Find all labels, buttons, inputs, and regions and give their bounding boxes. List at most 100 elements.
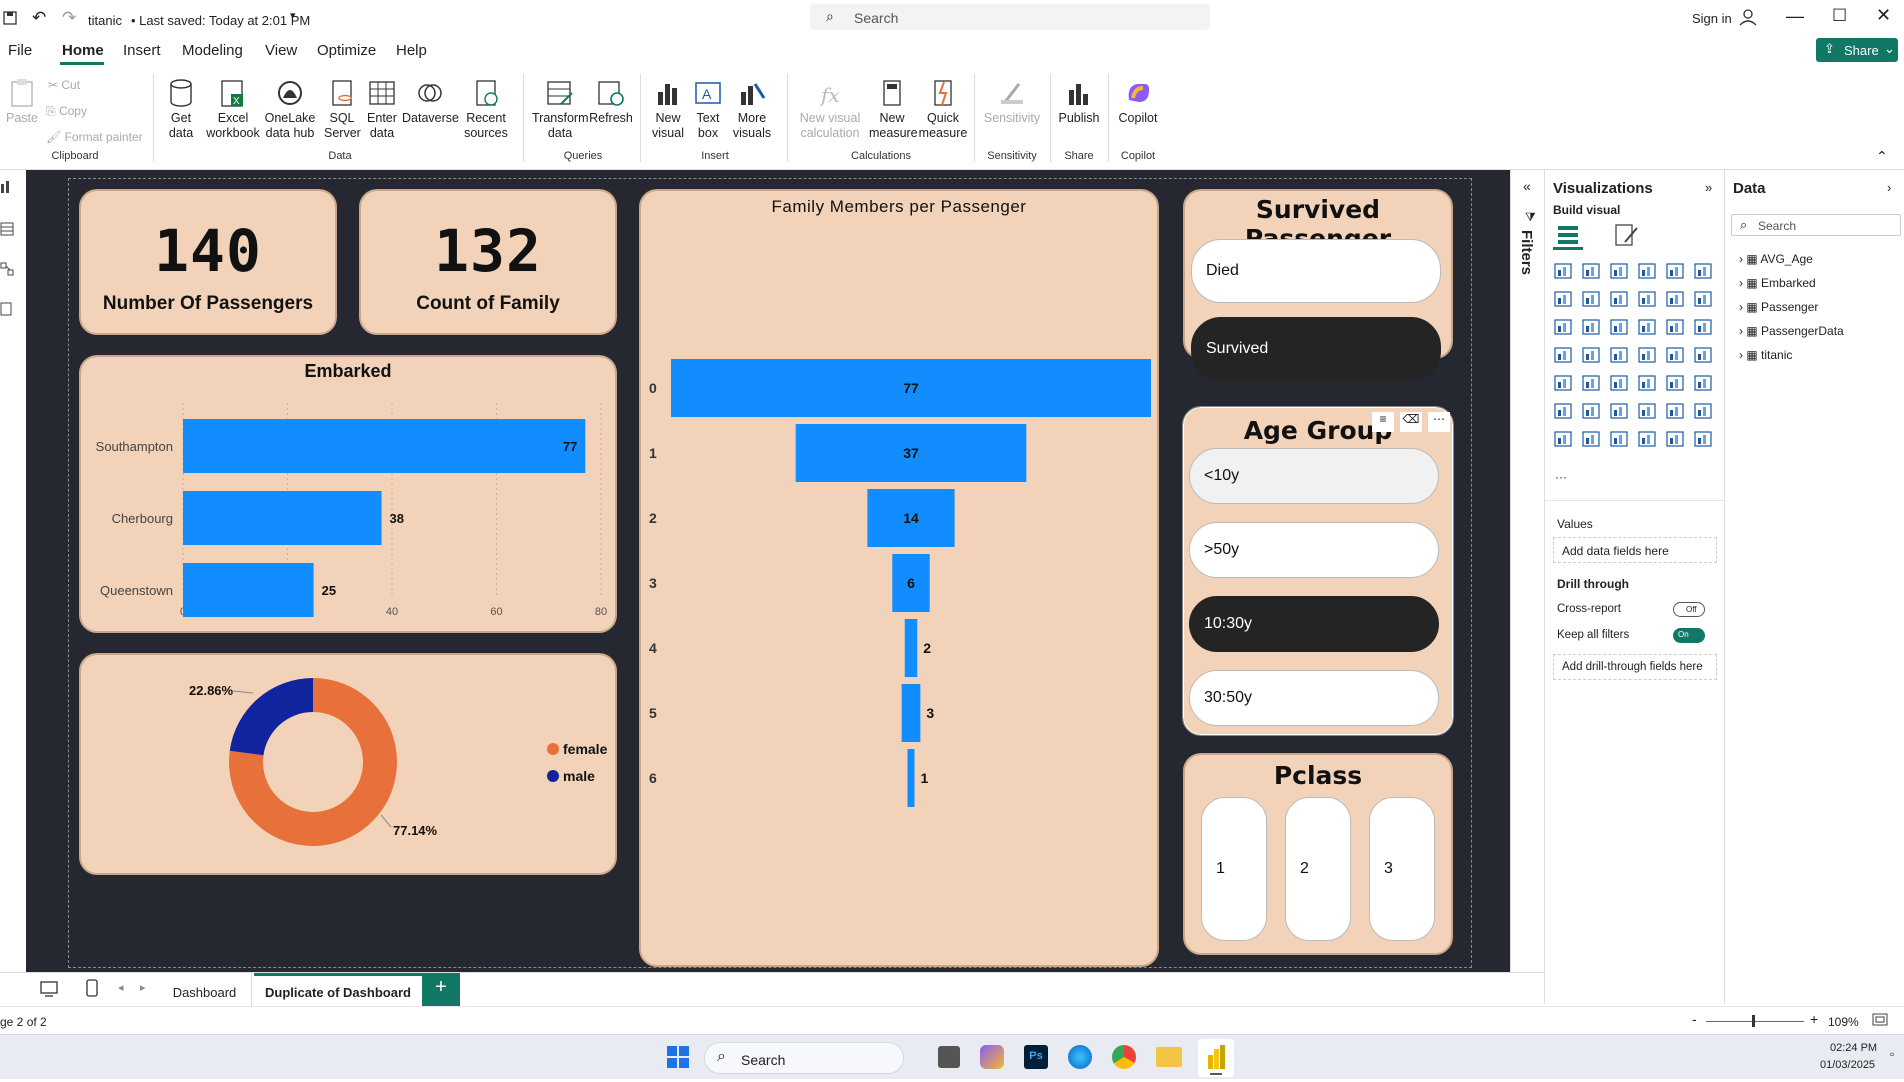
pie-visual-icon[interactable] <box>1637 318 1657 336</box>
minimize-icon[interactable]: — <box>1786 6 1804 27</box>
diamond-visual-icon[interactable] <box>1637 430 1657 448</box>
shape-visual-icon[interactable] <box>1609 430 1629 448</box>
paste-button[interactable]: Paste <box>4 78 40 126</box>
enter-data-button[interactable]: Enter data <box>364 78 400 141</box>
100-column-visual-icon[interactable] <box>1693 262 1713 280</box>
keep-filters-toggle[interactable]: On <box>1673 628 1705 643</box>
matrix-visual-icon[interactable] <box>1637 374 1657 392</box>
scatter-visual-icon[interactable] <box>1609 318 1629 336</box>
treemap-visual-icon[interactable] <box>1693 318 1713 336</box>
new-visual-button[interactable]: New visual <box>648 78 688 141</box>
kpi-card-family[interactable]: 132 Count of Family <box>359 189 617 335</box>
add-page-button[interactable]: + <box>422 973 460 1007</box>
excel-button[interactable]: X Excel workbook <box>206 78 260 141</box>
menu-insert[interactable]: Insert <box>123 42 161 59</box>
table-view-icon[interactable] <box>0 222 14 236</box>
copy-button[interactable]: ⎘ Copy <box>46 104 87 119</box>
table-item[interactable]: › ▦ PassengerData <box>1739 324 1844 338</box>
map-visual-icon[interactable] <box>1553 346 1573 364</box>
taskbar-search[interactable]: ⌕ Search <box>704 1042 904 1074</box>
onelake-button[interactable]: OneLake data hub <box>262 78 318 141</box>
stacked-bar-visual-icon[interactable] <box>1553 262 1573 280</box>
power-automate-visual-icon[interactable] <box>1581 430 1601 448</box>
search-box[interactable]: ⌕ Search <box>810 4 1210 30</box>
tab-dashboard[interactable]: Dashboard <box>158 973 252 1007</box>
copilot-app-icon[interactable] <box>980 1045 1004 1069</box>
card-visual-icon[interactable] <box>1665 346 1685 364</box>
100-bar-visual-icon[interactable] <box>1665 262 1685 280</box>
more-visual-icon[interactable] <box>1693 430 1713 448</box>
zoom-slider-handle[interactable] <box>1752 1015 1755 1027</box>
slicer-option-30-50[interactable]: 30:50y <box>1189 670 1439 726</box>
menu-view[interactable]: View <box>265 42 297 59</box>
slicer-option-10-30[interactable]: 10:30y <box>1189 596 1439 652</box>
notification-icon[interactable]: ▫ <box>1890 1047 1894 1061</box>
slicer-option-survived[interactable]: Survived <box>1191 317 1441 381</box>
report-view-icon[interactable] <box>0 180 14 194</box>
table-item[interactable]: › ▦ Passenger <box>1739 300 1818 314</box>
table-item[interactable]: › ▦ Embarked <box>1739 276 1816 290</box>
format-visual-icon[interactable] <box>1613 222 1639 248</box>
cut-button[interactable]: ✂ Cut <box>48 78 80 92</box>
chrome-app-icon[interactable] <box>1112 1045 1136 1069</box>
tab-duplicate-dashboard[interactable]: Duplicate of Dashboard <box>254 973 422 1007</box>
collapse-ribbon-icon[interactable]: ⌃ <box>1876 148 1888 165</box>
refresh-button[interactable]: Refresh <box>588 78 634 126</box>
line-visual-icon[interactable] <box>1553 290 1573 308</box>
zoom-in-icon[interactable]: + <box>1810 1011 1818 1027</box>
collapse-icon[interactable]: » <box>1705 180 1712 195</box>
close-icon[interactable]: ✕ <box>1876 5 1891 26</box>
paginated-visual-icon[interactable] <box>1665 402 1685 420</box>
table-item[interactable]: › ▦ titanic <box>1739 348 1792 362</box>
undo-icon[interactable]: ↶ <box>32 8 46 28</box>
zoom-slider[interactable] <box>1706 1021 1804 1022</box>
menu-optimize[interactable]: Optimize <box>317 42 376 59</box>
drill-through-well[interactable]: Add drill-through fields here <box>1553 654 1717 680</box>
funnel-visual-icon[interactable] <box>1693 290 1713 308</box>
transform-data-button[interactable]: Transform data <box>530 78 590 141</box>
desktop-layout-icon[interactable] <box>40 981 58 997</box>
kpi-visual-icon[interactable] <box>1553 374 1573 392</box>
table-item[interactable]: › ▦ AVG_Age <box>1739 252 1813 266</box>
slicer-option-pclass-2[interactable]: 2 <box>1285 797 1351 941</box>
clustered-column-visual-icon[interactable] <box>1637 262 1657 280</box>
slicer-option-pclass-1[interactable]: 1 <box>1201 797 1267 941</box>
new-measure-button[interactable]: New measure <box>868 78 918 141</box>
qa-visual-icon[interactable] <box>1609 402 1629 420</box>
more-options-icon[interactable]: ⋯ <box>1428 412 1450 432</box>
text-box-button[interactable]: A Text box <box>690 78 726 141</box>
menu-help[interactable]: Help <box>396 42 427 59</box>
gauge-visual-icon[interactable] <box>1637 346 1657 364</box>
python-visual-icon[interactable] <box>1693 374 1713 392</box>
decomposition-visual-icon[interactable] <box>1581 402 1601 420</box>
azure-map-visual-icon[interactable] <box>1609 346 1629 364</box>
account-icon[interactable] <box>1738 7 1758 27</box>
mobile-layout-icon[interactable] <box>86 979 98 997</box>
cross-report-toggle[interactable]: Off <box>1673 602 1705 617</box>
sign-in-link[interactable]: Sign in <box>1692 11 1732 26</box>
filters-pane-collapsed[interactable]: « Filters ⧩ <box>1510 170 1544 1004</box>
kpi-card-passengers[interactable]: 140 Number Of Passengers <box>79 189 337 335</box>
line-stacked-visual-icon[interactable] <box>1581 318 1601 336</box>
slicer-option-pclass-3[interactable]: 3 <box>1369 797 1435 941</box>
slicer-visual-icon[interactable] <box>1581 374 1601 392</box>
scroll-left-icon[interactable]: ◂ <box>118 981 124 994</box>
trophy-visual-icon[interactable] <box>1693 402 1713 420</box>
power-apps-visual-icon[interactable] <box>1553 430 1573 448</box>
waterfall-visual-icon[interactable] <box>1665 290 1685 308</box>
filter-icon[interactable]: ≡ <box>1372 412 1394 432</box>
dataverse-button[interactable]: Dataverse <box>402 78 459 126</box>
embarked-chart-card[interactable]: Embarked 020406080Southampton77Cherbourg… <box>79 355 617 633</box>
powerbi-app-icon[interactable] <box>1198 1039 1234 1077</box>
menu-home[interactable]: Home <box>62 42 104 59</box>
new-visual-calculation-button[interactable]: fx New visual calculation <box>794 78 866 141</box>
scroll-right-icon[interactable]: ▸ <box>140 981 146 994</box>
zoom-out-icon[interactable]: - <box>1692 1011 1697 1027</box>
windows-start-icon[interactable] <box>666 1045 690 1069</box>
slicer-option-under-10[interactable]: <10y <box>1189 448 1439 504</box>
multi-row-card-visual-icon[interactable] <box>1693 346 1713 364</box>
key-influencers-visual-icon[interactable] <box>1553 402 1573 420</box>
publish-button[interactable]: Publish <box>1056 78 1102 126</box>
donut-visual-icon[interactable] <box>1665 318 1685 336</box>
table-visual-icon[interactable] <box>1609 374 1629 392</box>
